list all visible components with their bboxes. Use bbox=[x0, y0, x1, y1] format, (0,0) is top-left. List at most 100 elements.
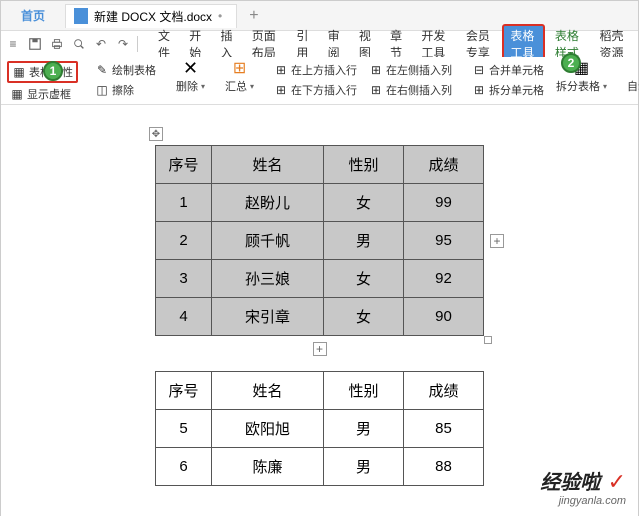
summary-label: 汇总 bbox=[225, 78, 247, 94]
insert-col-left-icon: ⊞ bbox=[369, 63, 383, 77]
table-row[interactable]: 3 孙三娘 女 92 bbox=[156, 260, 484, 298]
header-gender: 性别 bbox=[324, 146, 404, 184]
table-row[interactable]: 4 宋引章 女 90 bbox=[156, 298, 484, 336]
cell[interactable]: 女 bbox=[324, 260, 404, 298]
check-icon: ✓ bbox=[608, 469, 626, 494]
insert-left-label: 在左侧插入列 bbox=[386, 62, 452, 78]
header-gender: 性别 bbox=[324, 372, 404, 410]
redo-icon[interactable]: ↷ bbox=[115, 36, 131, 52]
preview-icon[interactable] bbox=[71, 36, 87, 52]
divider bbox=[137, 36, 138, 52]
cell[interactable]: 欧阳旭 bbox=[212, 410, 324, 448]
delete-button[interactable]: 删除 ▾ bbox=[173, 77, 208, 95]
table-anchor-icon[interactable]: ✥ bbox=[149, 127, 163, 141]
split-label: 拆分单元格 bbox=[489, 82, 544, 98]
chevron-down-icon: ▾ bbox=[250, 82, 254, 91]
table-row[interactable]: 2 顾千帆 男 95 bbox=[156, 222, 484, 260]
cell[interactable]: 男 bbox=[324, 222, 404, 260]
table-props-icon: ▦ bbox=[12, 65, 26, 79]
summary-button[interactable]: 汇总 ▾ bbox=[222, 77, 257, 95]
cell[interactable]: 男 bbox=[324, 448, 404, 486]
watermark: 经验啦 ✓ jingyanla.com bbox=[540, 466, 626, 507]
cell[interactable]: 赵盼儿 bbox=[212, 184, 324, 222]
cell[interactable]: 3 bbox=[156, 260, 212, 298]
split-cells-button[interactable]: ⊞ 拆分单元格 bbox=[469, 81, 547, 99]
header-seq: 序号 bbox=[156, 372, 212, 410]
cell[interactable]: 2 bbox=[156, 222, 212, 260]
insert-left-button[interactable]: ⊞ 在左侧插入列 bbox=[366, 61, 455, 79]
table-1-wrap: ✥ 序号 姓名 性别 成绩 1 赵盼儿 女 99 2 顾千帆 男 95 3 bbox=[155, 145, 484, 336]
tab-modified-indicator: • bbox=[218, 9, 222, 23]
insert-row-below-icon: ⊞ bbox=[274, 83, 288, 97]
delete-icon: ✕ bbox=[184, 61, 198, 75]
data-table-1[interactable]: 序号 姓名 性别 成绩 1 赵盼儿 女 99 2 顾千帆 男 95 3 孙三娘 … bbox=[155, 145, 484, 336]
draw-table-button[interactable]: ✎ 绘制表格 bbox=[92, 61, 159, 79]
split-icon: ⊞ bbox=[472, 83, 486, 97]
data-table-2[interactable]: 序号 姓名 性别 成绩 5 欧阳旭 男 85 6 陈廉 男 88 bbox=[155, 371, 484, 486]
insert-above-label: 在上方插入行 bbox=[291, 62, 357, 78]
cell[interactable]: 女 bbox=[324, 298, 404, 336]
summary-icon: ⊞ bbox=[233, 61, 247, 75]
split-table-button[interactable]: 拆分表格 ▾ bbox=[553, 77, 610, 95]
resize-handle[interactable] bbox=[484, 336, 492, 344]
cell[interactable]: 宋引章 bbox=[212, 298, 324, 336]
watermark-en: jingyanla.com bbox=[540, 495, 626, 507]
add-row-handle[interactable]: + bbox=[313, 342, 327, 356]
eraser-icon: ◫ bbox=[95, 83, 109, 97]
cell[interactable]: 陈廉 bbox=[212, 448, 324, 486]
cell[interactable]: 女 bbox=[324, 184, 404, 222]
annotation-badge-1: 1 bbox=[43, 61, 63, 81]
table-row[interactable]: 6 陈廉 男 88 bbox=[156, 448, 484, 486]
cell[interactable]: 6 bbox=[156, 448, 212, 486]
table-2-wrap: 序号 姓名 性别 成绩 5 欧阳旭 男 85 6 陈廉 男 88 bbox=[155, 371, 484, 486]
home-tab[interactable]: 首页 bbox=[9, 3, 57, 28]
print-icon[interactable] bbox=[49, 36, 65, 52]
table-row[interactable]: 1 赵盼儿 女 99 bbox=[156, 184, 484, 222]
watermark-cn: 经验啦 bbox=[540, 472, 600, 494]
cell[interactable]: 90 bbox=[404, 298, 484, 336]
table-header-row: 序号 姓名 性别 成绩 bbox=[156, 372, 484, 410]
menu-icon[interactable]: ≡ bbox=[5, 36, 21, 52]
merge-label: 合并单元格 bbox=[489, 62, 544, 78]
eraser-button[interactable]: ◫ 擦除 bbox=[92, 81, 159, 99]
cell[interactable]: 顾千帆 bbox=[212, 222, 324, 260]
undo-icon[interactable]: ↶ bbox=[93, 36, 109, 52]
cell[interactable]: 4 bbox=[156, 298, 212, 336]
word-icon bbox=[74, 8, 88, 24]
new-tab-button[interactable]: + bbox=[249, 7, 258, 25]
insert-below-label: 在下方插入行 bbox=[291, 82, 357, 98]
add-column-handle[interactable]: + bbox=[490, 234, 504, 248]
chevron-down-icon: ▾ bbox=[201, 82, 205, 91]
insert-col-right-icon: ⊞ bbox=[369, 83, 383, 97]
cell[interactable]: 1 bbox=[156, 184, 212, 222]
cell[interactable]: 85 bbox=[404, 410, 484, 448]
table-row[interactable]: 5 欧阳旭 男 85 bbox=[156, 410, 484, 448]
cell[interactable]: 男 bbox=[324, 410, 404, 448]
delete-label: 删除 bbox=[176, 78, 198, 94]
cell[interactable]: 95 bbox=[404, 222, 484, 260]
eraser-label: 擦除 bbox=[112, 82, 134, 98]
save-icon[interactable] bbox=[27, 36, 43, 52]
insert-right-button[interactable]: ⊞ 在右侧插入列 bbox=[366, 81, 455, 99]
split-table-label: 拆分表格 bbox=[556, 78, 600, 94]
doc-title: 新建 DOCX 文档.docx bbox=[94, 8, 212, 25]
chevron-down-icon: ▾ bbox=[603, 82, 607, 91]
document-area: ✥ 序号 姓名 性别 成绩 1 赵盼儿 女 99 2 顾千帆 男 95 3 bbox=[1, 105, 638, 521]
auto-adjust-label: 自动调整 bbox=[627, 78, 639, 94]
header-seq: 序号 bbox=[156, 146, 212, 184]
show-gridlines-button[interactable]: ▦ 显示虚框 bbox=[7, 85, 78, 103]
pencil-icon: ✎ bbox=[95, 63, 109, 77]
insert-right-label: 在右侧插入列 bbox=[386, 82, 452, 98]
cell[interactable]: 孙三娘 bbox=[212, 260, 324, 298]
auto-adjust-button[interactable]: 自动调整 ▾ bbox=[624, 77, 639, 95]
merge-cells-button[interactable]: ⊟ 合并单元格 bbox=[469, 61, 547, 79]
cell[interactable]: 5 bbox=[156, 410, 212, 448]
header-score: 成绩 bbox=[404, 146, 484, 184]
cell[interactable]: 99 bbox=[404, 184, 484, 222]
cell[interactable]: 88 bbox=[404, 448, 484, 486]
gridlines-label: 显示虚框 bbox=[27, 86, 71, 102]
cell[interactable]: 92 bbox=[404, 260, 484, 298]
insert-below-button[interactable]: ⊞ 在下方插入行 bbox=[271, 81, 360, 99]
insert-above-button[interactable]: ⊞ 在上方插入行 bbox=[271, 61, 360, 79]
merge-icon: ⊟ bbox=[472, 63, 486, 77]
